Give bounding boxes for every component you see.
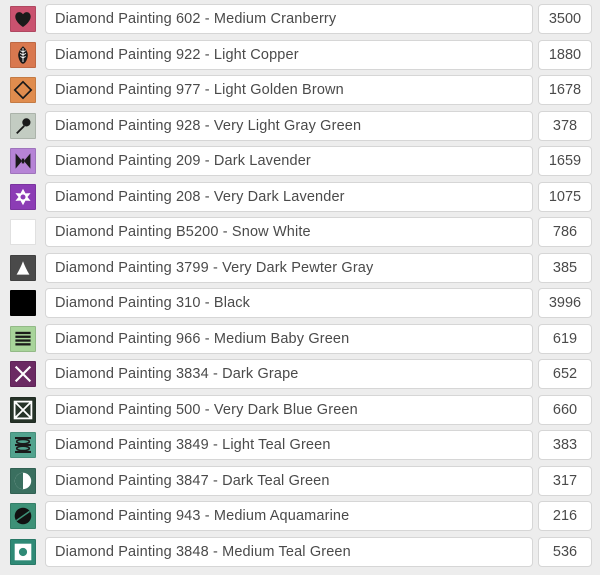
drill-count-input[interactable]: 1075 xyxy=(538,181,592,212)
bowtie-icon[interactable] xyxy=(10,148,36,174)
heart-icon[interactable] xyxy=(10,6,36,32)
list-item: Diamond Painting 922 - Light Copper 1880 xyxy=(0,39,600,70)
drill-count-input[interactable]: 385 xyxy=(538,252,592,283)
list-item: Diamond Painting 928 - Very Light Gray G… xyxy=(0,110,600,141)
color-name-input[interactable]: Diamond Painting 310 - Black xyxy=(45,288,533,318)
stripes-icon[interactable] xyxy=(10,325,36,352)
pin-icon[interactable] xyxy=(10,112,36,139)
diamond-icon[interactable] xyxy=(10,77,36,103)
drill-count-input[interactable]: 619 xyxy=(538,323,592,354)
triangle-icon[interactable] xyxy=(10,254,36,281)
list-item: Diamond Painting 3849 - Light Teal Green… xyxy=(0,430,600,460)
drill-count-input[interactable]: 1659 xyxy=(538,146,592,176)
list-item: Diamond Painting 966 - Medium Baby Green… xyxy=(0,323,600,354)
list-item: Diamond Painting B5200 - Snow White 786 xyxy=(0,217,600,247)
hourglass-icon[interactable] xyxy=(10,432,36,458)
color-name-input[interactable]: Diamond Painting 966 - Medium Baby Green xyxy=(45,323,533,354)
color-name-input[interactable]: Diamond Painting 3848 - Medium Teal Gree… xyxy=(45,536,533,567)
drill-count-input[interactable]: 660 xyxy=(538,394,592,425)
color-name-input[interactable]: Diamond Painting 602 - Medium Cranberry xyxy=(45,4,533,34)
star-burst-icon[interactable] xyxy=(10,183,36,210)
list-item: Diamond Painting 500 - Very Dark Blue Gr… xyxy=(0,394,600,425)
blank-icon[interactable] xyxy=(10,219,36,245)
drill-count-input[interactable]: 1678 xyxy=(538,75,592,105)
leaf-icon[interactable] xyxy=(10,41,36,68)
drill-count-input[interactable]: 1880 xyxy=(538,39,592,70)
list-item: Diamond Painting 602 - Medium Cranberry 3… xyxy=(0,4,600,34)
diamond-painting-list: Diamond Painting 602 - Medium Cranberry 3… xyxy=(0,0,600,567)
slashed-disc-icon[interactable] xyxy=(10,503,36,529)
drill-count-input[interactable]: 536 xyxy=(538,536,592,567)
drill-count-input[interactable]: 652 xyxy=(538,359,592,389)
drill-count-input[interactable]: 378 xyxy=(538,110,592,141)
list-item: Diamond Painting 3834 - Dark Grape 652 xyxy=(0,359,600,389)
drill-count-input[interactable]: 3996 xyxy=(538,288,592,318)
list-item: Diamond Painting 208 - Very Dark Lavende… xyxy=(0,181,600,212)
color-name-input[interactable]: Diamond Painting 922 - Light Copper xyxy=(45,39,533,70)
color-name-input[interactable]: Diamond Painting 3849 - Light Teal Green xyxy=(45,430,533,460)
color-name-input[interactable]: Diamond Painting 209 - Dark Lavender xyxy=(45,146,533,176)
list-item: Diamond Painting 209 - Dark Lavender 1659 xyxy=(0,146,600,176)
list-item: Diamond Painting 310 - Black 3996 xyxy=(0,288,600,318)
color-name-input[interactable]: Diamond Painting 977 - Light Golden Brow… xyxy=(45,75,533,105)
drill-count-input[interactable]: 216 xyxy=(538,501,592,531)
color-name-input[interactable]: Diamond Painting 3847 - Dark Teal Green xyxy=(45,465,533,496)
color-name-input[interactable]: Diamond Painting 500 - Very Dark Blue Gr… xyxy=(45,394,533,425)
drill-count-input[interactable]: 317 xyxy=(538,465,592,496)
crescent-icon[interactable] xyxy=(10,290,36,316)
drill-count-input[interactable]: 3500 xyxy=(538,4,592,34)
list-item: Diamond Painting 3847 - Dark Teal Green 3… xyxy=(0,465,600,496)
color-name-input[interactable]: Diamond Painting 3799 - Very Dark Pewter… xyxy=(45,252,533,283)
list-item: Diamond Painting 3799 - Very Dark Pewter… xyxy=(0,252,600,283)
color-name-input[interactable]: Diamond Painting 208 - Very Dark Lavende… xyxy=(45,181,533,212)
boxed-x-icon[interactable] xyxy=(10,396,36,423)
list-item: Diamond Painting 943 - Medium Aquamarine… xyxy=(0,501,600,531)
dot-square-icon[interactable] xyxy=(10,538,36,565)
color-name-input[interactable]: Diamond Painting 928 - Very Light Gray G… xyxy=(45,110,533,141)
list-item: Diamond Painting 977 - Light Golden Brow… xyxy=(0,75,600,105)
half-moon-icon[interactable] xyxy=(10,467,36,494)
cross-icon[interactable] xyxy=(10,361,36,387)
drill-count-input[interactable]: 383 xyxy=(538,430,592,460)
color-name-input[interactable]: Diamond Painting 943 - Medium Aquamarine xyxy=(45,501,533,531)
color-name-input[interactable]: Diamond Painting 3834 - Dark Grape xyxy=(45,359,533,389)
list-item: Diamond Painting 3848 - Medium Teal Gree… xyxy=(0,536,600,567)
drill-count-input[interactable]: 786 xyxy=(538,217,592,247)
color-name-input[interactable]: Diamond Painting B5200 - Snow White xyxy=(45,217,533,247)
